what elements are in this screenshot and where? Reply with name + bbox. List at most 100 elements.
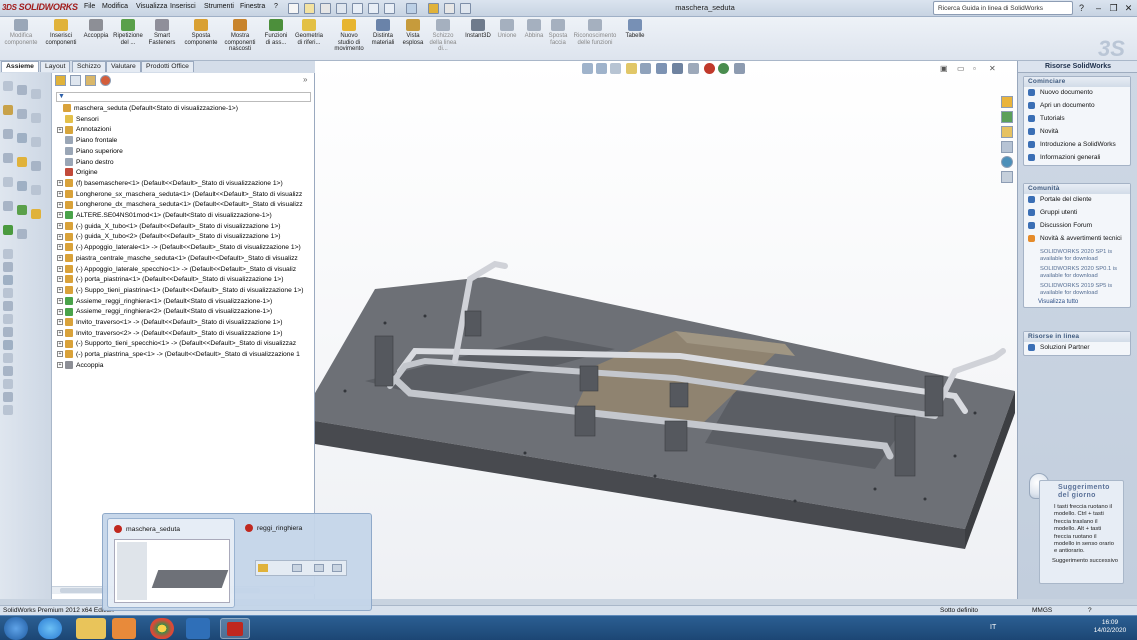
- left-strip-tool-icon[interactable]: [3, 366, 13, 376]
- zoom-area-icon[interactable]: [596, 63, 607, 74]
- tree-item[interactable]: + (-) Appoggio_laterale<1> -> (Default<<D…: [57, 243, 317, 254]
- status-units[interactable]: MMGS: [1032, 606, 1052, 615]
- thumbnail-maschera-seduta[interactable]: maschera_seduta: [107, 518, 235, 608]
- tree-item[interactable]: + (-) Supporto_tieni_specchio<1> -> (Defa…: [57, 339, 317, 350]
- tree-item[interactable]: Sensori: [57, 114, 317, 126]
- resource-link[interactable]: Novità & avvertimenti tecnici: [1024, 233, 1130, 246]
- expand-toggle-icon[interactable]: +: [57, 190, 63, 197]
- expand-toggle-icon[interactable]: +: [57, 255, 63, 262]
- start-button[interactable]: [4, 617, 28, 640]
- display-style-icon[interactable]: [672, 63, 683, 74]
- expand-toggle-icon[interactable]: +: [57, 233, 63, 240]
- tree-item[interactable]: + (-) Appoggio_laterale_specchio<1> -> (D…: [57, 264, 317, 276]
- tree-item[interactable]: Piano superiore: [57, 147, 317, 158]
- left-strip-tool-icon[interactable]: [17, 157, 27, 167]
- tree-item[interactable]: + (-) guida_X_tubo<1> (Default<<Default>_…: [57, 221, 317, 233]
- news-item[interactable]: SOLIDWORKS 2020 SP0.1 is available for d…: [1024, 265, 1130, 280]
- tree-item[interactable]: + Accoppia: [57, 361, 317, 372]
- apply-scene-icon[interactable]: [718, 63, 729, 74]
- left-strip-tool-icon[interactable]: [17, 109, 27, 119]
- section-header[interactable]: Comunità: [1024, 184, 1130, 194]
- expand-toggle-icon[interactable]: +: [57, 201, 63, 208]
- minimize-button[interactable]: –: [1093, 2, 1104, 14]
- feature-manager-icon[interactable]: [55, 75, 66, 86]
- tab-layout[interactable]: Layout: [40, 61, 71, 72]
- ribbon-button-3[interactable]: Ripetizione del ...: [113, 19, 143, 59]
- ribbon-button-5[interactable]: Sposta componente: [182, 19, 220, 59]
- ribbon-button-13[interactable]: Instant3D: [462, 19, 494, 59]
- undo-icon[interactable]: [352, 3, 363, 14]
- tree-item[interactable]: + Assieme_reggi_ringhiera<2> (Default<Sta…: [57, 307, 317, 318]
- options-icon[interactable]: [460, 3, 471, 14]
- expand-toggle-icon[interactable]: +: [57, 329, 63, 336]
- tree-item[interactable]: + ALTERE.SE04NS01mod<1> (Default<Stato di…: [57, 211, 317, 222]
- app-icon[interactable]: [186, 618, 210, 639]
- menu-help[interactable]: ?: [274, 3, 278, 14]
- chrome-icon[interactable]: [150, 618, 174, 639]
- left-strip-tool-icon[interactable]: [17, 181, 27, 191]
- tree-item[interactable]: Origine: [57, 168, 317, 179]
- tree-item[interactable]: + (-) Suppo_tieni_piastrina<1> (Default<<…: [57, 286, 317, 297]
- tab-schizzo[interactable]: Schizzo: [72, 61, 106, 72]
- expand-toggle-icon[interactable]: +: [57, 340, 63, 347]
- expand-toggle-icon[interactable]: +: [57, 319, 63, 326]
- restore-button[interactable]: ❐: [1108, 2, 1119, 14]
- configuration-manager-icon[interactable]: [85, 75, 96, 86]
- ribbon-button-11[interactable]: Vista esplosa: [400, 19, 426, 59]
- ribbon-button-18[interactable]: Tabelle: [622, 19, 648, 59]
- select-arrow-icon[interactable]: [406, 3, 417, 14]
- chevron-right-icon[interactable]: »: [303, 75, 307, 84]
- resource-link[interactable]: Nuovo documento: [1024, 87, 1130, 100]
- design-library-tab-icon[interactable]: [1001, 111, 1013, 123]
- left-strip-tool-icon[interactable]: [17, 229, 27, 239]
- left-strip-tool-icon[interactable]: [17, 205, 27, 215]
- view-orientation-icon[interactable]: [656, 63, 667, 74]
- ribbon-button-4[interactable]: Smart Fasteners: [146, 19, 178, 59]
- left-strip-tool-icon[interactable]: [3, 129, 13, 139]
- left-strip-tool-icon[interactable]: [31, 113, 41, 123]
- expand-toggle-icon[interactable]: +: [57, 126, 63, 133]
- ribbon-button-12[interactable]: Schizzo della linea di...: [428, 19, 458, 59]
- left-strip-tool-icon[interactable]: [17, 133, 27, 143]
- tab-assieme[interactable]: Assieme: [1, 61, 39, 72]
- print-icon[interactable]: [336, 3, 347, 14]
- tree-item[interactable]: maschera_seduta (Default<Stato di visual…: [55, 104, 315, 115]
- expand-toggle-icon[interactable]: +: [57, 212, 63, 219]
- left-strip-tool-icon[interactable]: [31, 209, 41, 219]
- expand-toggle-icon[interactable]: +: [57, 222, 63, 229]
- news-item[interactable]: SOLIDWORKS 2020 SP1 is available for dow…: [1024, 248, 1130, 263]
- tree-item[interactable]: + (-) guida_X_tubo<2> (Default<<Default>_…: [57, 232, 317, 243]
- display-manager-icon[interactable]: [100, 75, 111, 86]
- left-strip-tool-icon[interactable]: [17, 85, 27, 95]
- expand-toggle-icon[interactable]: +: [57, 297, 63, 304]
- file-explorer-tab-icon[interactable]: [1001, 126, 1013, 138]
- resource-link[interactable]: Informazioni generali: [1024, 152, 1130, 165]
- tree-item[interactable]: + Longherone_sx_maschera_seduta<1> (Defau…: [57, 189, 317, 201]
- thumbnail-reggi-ringhiera[interactable]: reggi_ringhiera: [239, 518, 367, 608]
- ribbon-button-2[interactable]: Accoppia: [82, 19, 110, 59]
- left-strip-tool-icon[interactable]: [3, 392, 13, 402]
- menu-visualizza[interactable]: Visualizza: [136, 3, 167, 14]
- property-manager-icon[interactable]: [70, 75, 81, 86]
- media-player-icon[interactable]: [112, 618, 136, 639]
- resource-link[interactable]: Discussion Forum: [1024, 220, 1130, 233]
- file-explorer-icon[interactable]: [76, 618, 106, 639]
- tree-item[interactable]: + (f) basemaschere<1> (Default<<Default>_…: [57, 179, 317, 190]
- ribbon-button-0[interactable]: Modifica componente: [3, 19, 39, 59]
- viewport-restore-icon[interactable]: ▣: [940, 64, 948, 73]
- resource-link[interactable]: Tutorials: [1024, 113, 1130, 126]
- solidworks-logo[interactable]: 3DS SOLIDWORKS: [2, 2, 78, 15]
- left-strip-tool-icon[interactable]: [3, 262, 13, 272]
- help-search-input[interactable]: Ricerca Guida in linea di SolidWorks: [933, 1, 1073, 15]
- resource-link[interactable]: Novità: [1024, 126, 1130, 139]
- expand-toggle-icon[interactable]: +: [57, 362, 63, 369]
- next-tip-link[interactable]: Suggerimento successivo: [1040, 556, 1123, 567]
- left-strip-tool-icon[interactable]: [3, 81, 13, 91]
- ribbon-button-10[interactable]: Distinta materiali: [368, 19, 398, 59]
- left-strip-tool-icon[interactable]: [3, 105, 13, 115]
- menu-modifica[interactable]: Modifica: [102, 3, 128, 14]
- section-view-icon[interactable]: [626, 63, 637, 74]
- section-header[interactable]: Risorse in linea: [1024, 332, 1130, 342]
- previous-view-icon[interactable]: [610, 63, 621, 74]
- news-item[interactable]: SOLIDWORKS 2019 SP5 is available for dow…: [1024, 282, 1130, 297]
